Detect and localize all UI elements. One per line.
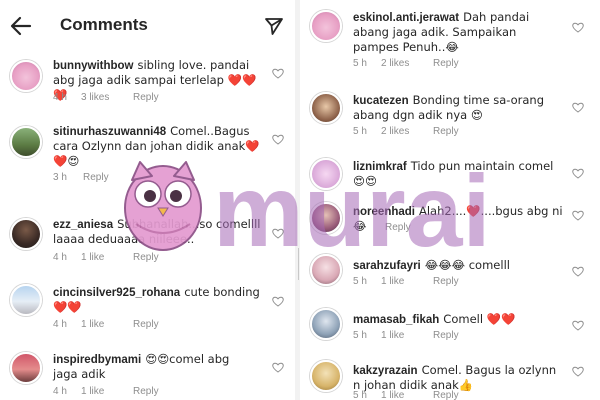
page-title: Comments xyxy=(60,15,148,34)
avatar[interactable] xyxy=(10,60,42,92)
comment-username[interactable]: liznimkraf xyxy=(353,161,407,173)
like-heart-icon[interactable] xyxy=(572,168,584,179)
comment-item: cincinsilver925_rohana cute bonding❤️❤️ 4… xyxy=(0,278,295,338)
like-heart-icon[interactable] xyxy=(572,366,584,377)
comment-username[interactable]: kakzyrazain xyxy=(353,365,418,377)
comment-time: 4 h xyxy=(53,319,67,330)
comment-username[interactable]: ezz_aniesa xyxy=(53,219,113,231)
avatar[interactable] xyxy=(310,308,342,340)
like-heart-icon[interactable] xyxy=(572,210,584,221)
comment-likes[interactable]: 1 like xyxy=(381,276,433,287)
comment-item: sitinurhaszuwanni48 Comel..Bagus cara Ozl… xyxy=(0,118,295,188)
reply-button[interactable]: Reply xyxy=(133,386,159,397)
avatar[interactable] xyxy=(10,126,42,158)
reply-button[interactable]: Reply xyxy=(83,172,109,183)
reply-button[interactable]: Reply xyxy=(433,276,459,287)
comment-time: 4 h xyxy=(53,252,67,263)
comment-text: Comell ❤️❤️ xyxy=(443,312,516,326)
like-heart-icon[interactable] xyxy=(272,68,284,79)
comment-likes[interactable]: 1 like xyxy=(81,386,133,397)
comment-time: 4 h xyxy=(53,386,67,397)
comment-username[interactable]: kucatezen xyxy=(353,95,409,107)
comment-username[interactable]: inspiredbymami xyxy=(53,354,141,366)
like-heart-icon[interactable] xyxy=(572,266,584,277)
avatar[interactable] xyxy=(310,10,342,42)
arrow-left-icon[interactable] xyxy=(10,16,32,36)
comment-item: inspiredbymami 😍😍comel abg jaga adik 4 h1… xyxy=(0,346,295,400)
comment-likes[interactable]: 2 likes xyxy=(381,126,433,137)
comment-item: kakzyrazain Comel. Bagus la ozlynn n joha… xyxy=(300,358,600,400)
comment-item: noreenhadi Alah2....❤️....bgus abg ni😂 Re… xyxy=(300,200,600,244)
avatar[interactable] xyxy=(310,360,342,392)
comment-likes[interactable]: 1 like xyxy=(81,252,133,263)
reply-button[interactable]: Reply xyxy=(433,390,459,400)
comment-meta: 4 h 1 like Reply xyxy=(53,319,159,330)
comment-time: 4 h xyxy=(53,92,67,103)
comment-time: 5 h xyxy=(353,126,367,137)
comment-time: 5 h xyxy=(353,276,367,287)
comment-meta: 5 h 2 likes Reply xyxy=(353,126,459,137)
comment-meta: 5 h 1 like Reply xyxy=(353,276,459,287)
comment-meta: 4 h 3 likes Reply xyxy=(53,92,159,103)
comment-time: 5 h xyxy=(353,330,367,341)
comment-meta: 4 h 1 like Reply xyxy=(53,386,159,397)
scroll-indicator xyxy=(298,248,299,280)
comment-likes[interactable]: 2 likes xyxy=(381,58,433,69)
reply-button[interactable]: Reply xyxy=(133,92,159,103)
comment-item: mamasab_fikah Comell ❤️❤️ 5 h 1 like Reply xyxy=(300,306,600,350)
avatar[interactable] xyxy=(10,284,42,316)
comment-time: 5 h xyxy=(353,390,367,400)
reply-button[interactable]: Reply xyxy=(433,58,459,69)
comment-item: liznimkraf Tido pun maintain comel 😍😍 xyxy=(300,156,600,200)
comment-username[interactable]: bunnywithbow xyxy=(53,60,133,72)
send-icon[interactable] xyxy=(264,16,284,36)
comment-meta: 5 h 1 like Reply xyxy=(353,390,459,400)
comment-username[interactable]: sitinurhaszuwanni48 xyxy=(53,126,166,138)
left-comments-panel: Comments bunnywithbow sibling love. panda… xyxy=(0,0,295,400)
like-heart-icon[interactable] xyxy=(272,228,284,239)
avatar[interactable] xyxy=(10,352,42,384)
comment-meta: 5 h 1 like Reply xyxy=(353,330,459,341)
comment-username[interactable]: sarahzufayri xyxy=(353,260,421,272)
comment-time: 5 h xyxy=(353,58,367,69)
comment-item: ezz_aniesa Subhanallah...so comellll laaa… xyxy=(0,210,295,270)
comment-likes[interactable]: 1 like xyxy=(381,390,433,400)
reply-button[interactable]: Reply xyxy=(133,319,159,330)
reply-button[interactable]: Reply xyxy=(133,252,159,263)
comment-meta: Reply xyxy=(385,222,411,233)
comment-likes[interactable]: 1 like xyxy=(81,319,133,330)
comment-item: bunnywithbow sibling love. pandai abg jag… xyxy=(0,52,295,110)
comment-username[interactable]: noreenhadi xyxy=(353,206,415,218)
comment-likes[interactable]: 1 like xyxy=(381,330,433,341)
like-heart-icon[interactable] xyxy=(272,362,284,373)
like-heart-icon[interactable] xyxy=(572,102,584,113)
like-heart-icon[interactable] xyxy=(572,22,584,33)
comment-meta: 5 h 2 likes Reply xyxy=(353,58,459,69)
like-heart-icon[interactable] xyxy=(272,134,284,145)
comment-item: eskinol.anti.jerawat Dah pandai abang jag… xyxy=(300,2,600,74)
avatar[interactable] xyxy=(310,202,342,234)
comment-meta: 3 h Reply xyxy=(53,172,109,183)
avatar[interactable] xyxy=(310,158,342,190)
comments-header: Comments xyxy=(0,0,295,52)
comment-likes[interactable]: 3 likes xyxy=(81,92,133,103)
comment-time: 3 h xyxy=(53,172,67,183)
comment-text: 😂😂😂 comelll xyxy=(424,258,510,272)
comment-item: sarahzufayri 😂😂😂 comelll 5 h 1 like Reply xyxy=(300,252,600,300)
right-comments-panel: eskinol.anti.jerawat Dah pandai abang jag… xyxy=(300,0,600,400)
avatar[interactable] xyxy=(310,254,342,286)
reply-button[interactable]: Reply xyxy=(433,126,459,137)
comment-username[interactable]: cincinsilver925_rohana xyxy=(53,287,180,299)
comment-username[interactable]: eskinol.anti.jerawat xyxy=(353,12,459,24)
like-heart-icon[interactable] xyxy=(572,320,584,331)
comment-meta: 4 h 1 like Reply xyxy=(53,252,159,263)
reply-button[interactable]: Reply xyxy=(385,222,411,233)
reply-button[interactable]: Reply xyxy=(433,330,459,341)
like-heart-icon[interactable] xyxy=(272,296,284,307)
avatar[interactable] xyxy=(310,92,342,124)
comment-item: kucatezen Bonding time sa-orang abang dgn… xyxy=(300,88,600,144)
comment-username[interactable]: mamasab_fikah xyxy=(353,314,439,326)
avatar[interactable] xyxy=(10,218,42,250)
